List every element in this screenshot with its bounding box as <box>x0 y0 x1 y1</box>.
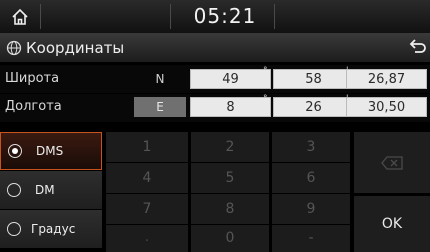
latitude-seconds-field[interactable]: 26,87 <box>346 69 427 89</box>
page-title: Координаты <box>26 39 125 57</box>
degree-symbol: ° <box>263 66 268 76</box>
divider <box>274 4 275 29</box>
degree-symbol: ° <box>263 94 268 104</box>
format-option-dms[interactable]: DMS <box>0 132 102 170</box>
latitude-label: Широта <box>5 71 60 86</box>
divider <box>40 4 41 29</box>
keypad-key[interactable]: 7 <box>106 194 188 224</box>
keypad-key[interactable]: 5 <box>191 163 269 193</box>
longitude-direction-button[interactable]: E <box>134 97 186 117</box>
ok-label: OK <box>381 216 403 232</box>
keypad-key[interactable]: 6 <box>272 163 350 193</box>
format-option-label: DMS <box>36 144 64 158</box>
longitude-minutes-field[interactable]: 26 <box>273 97 354 117</box>
latitude-direction-button[interactable]: N <box>134 69 186 89</box>
radio-icon <box>7 222 21 236</box>
keypad-key[interactable]: 8 <box>191 194 269 224</box>
back-button[interactable] <box>406 36 428 58</box>
keypad-key-minus[interactable]: - <box>272 225 350 252</box>
keypad-key[interactable]: 0 <box>191 225 269 252</box>
latitude-degrees-field[interactable]: 49 <box>190 69 271 89</box>
format-option-dm[interactable]: DM <box>0 171 102 209</box>
longitude-seconds-field[interactable]: 30,50 <box>346 97 427 117</box>
latitude-minutes-field[interactable]: 58 <box>273 69 354 89</box>
globe-icon <box>6 40 22 56</box>
keypad-key[interactable]: 9 <box>272 194 350 224</box>
keypad-key[interactable]: 3 <box>272 132 350 162</box>
longitude-degrees-field[interactable]: 8 <box>190 97 271 117</box>
home-icon <box>12 8 28 25</box>
format-option-label: DM <box>35 183 55 197</box>
keypad-key[interactable]: 2 <box>191 132 269 162</box>
divider <box>170 4 171 29</box>
keypad-key-decimal[interactable]: . <box>106 225 188 252</box>
keypad-key[interactable]: 1 <box>106 132 188 162</box>
keypad-key[interactable]: 4 <box>106 163 188 193</box>
radio-icon <box>7 183 21 197</box>
longitude-label: Долгота <box>5 99 62 114</box>
radio-selected-icon <box>8 144 22 158</box>
backspace-button[interactable] <box>354 132 430 193</box>
back-arrow-icon <box>409 39 426 53</box>
format-option-label: Градус <box>31 222 76 236</box>
home-button[interactable] <box>0 0 40 33</box>
backspace-icon <box>381 155 403 170</box>
format-option-degrees[interactable]: Градус <box>0 210 102 248</box>
clock: 05:21 <box>193 4 257 28</box>
ok-button[interactable]: OK <box>354 196 430 252</box>
